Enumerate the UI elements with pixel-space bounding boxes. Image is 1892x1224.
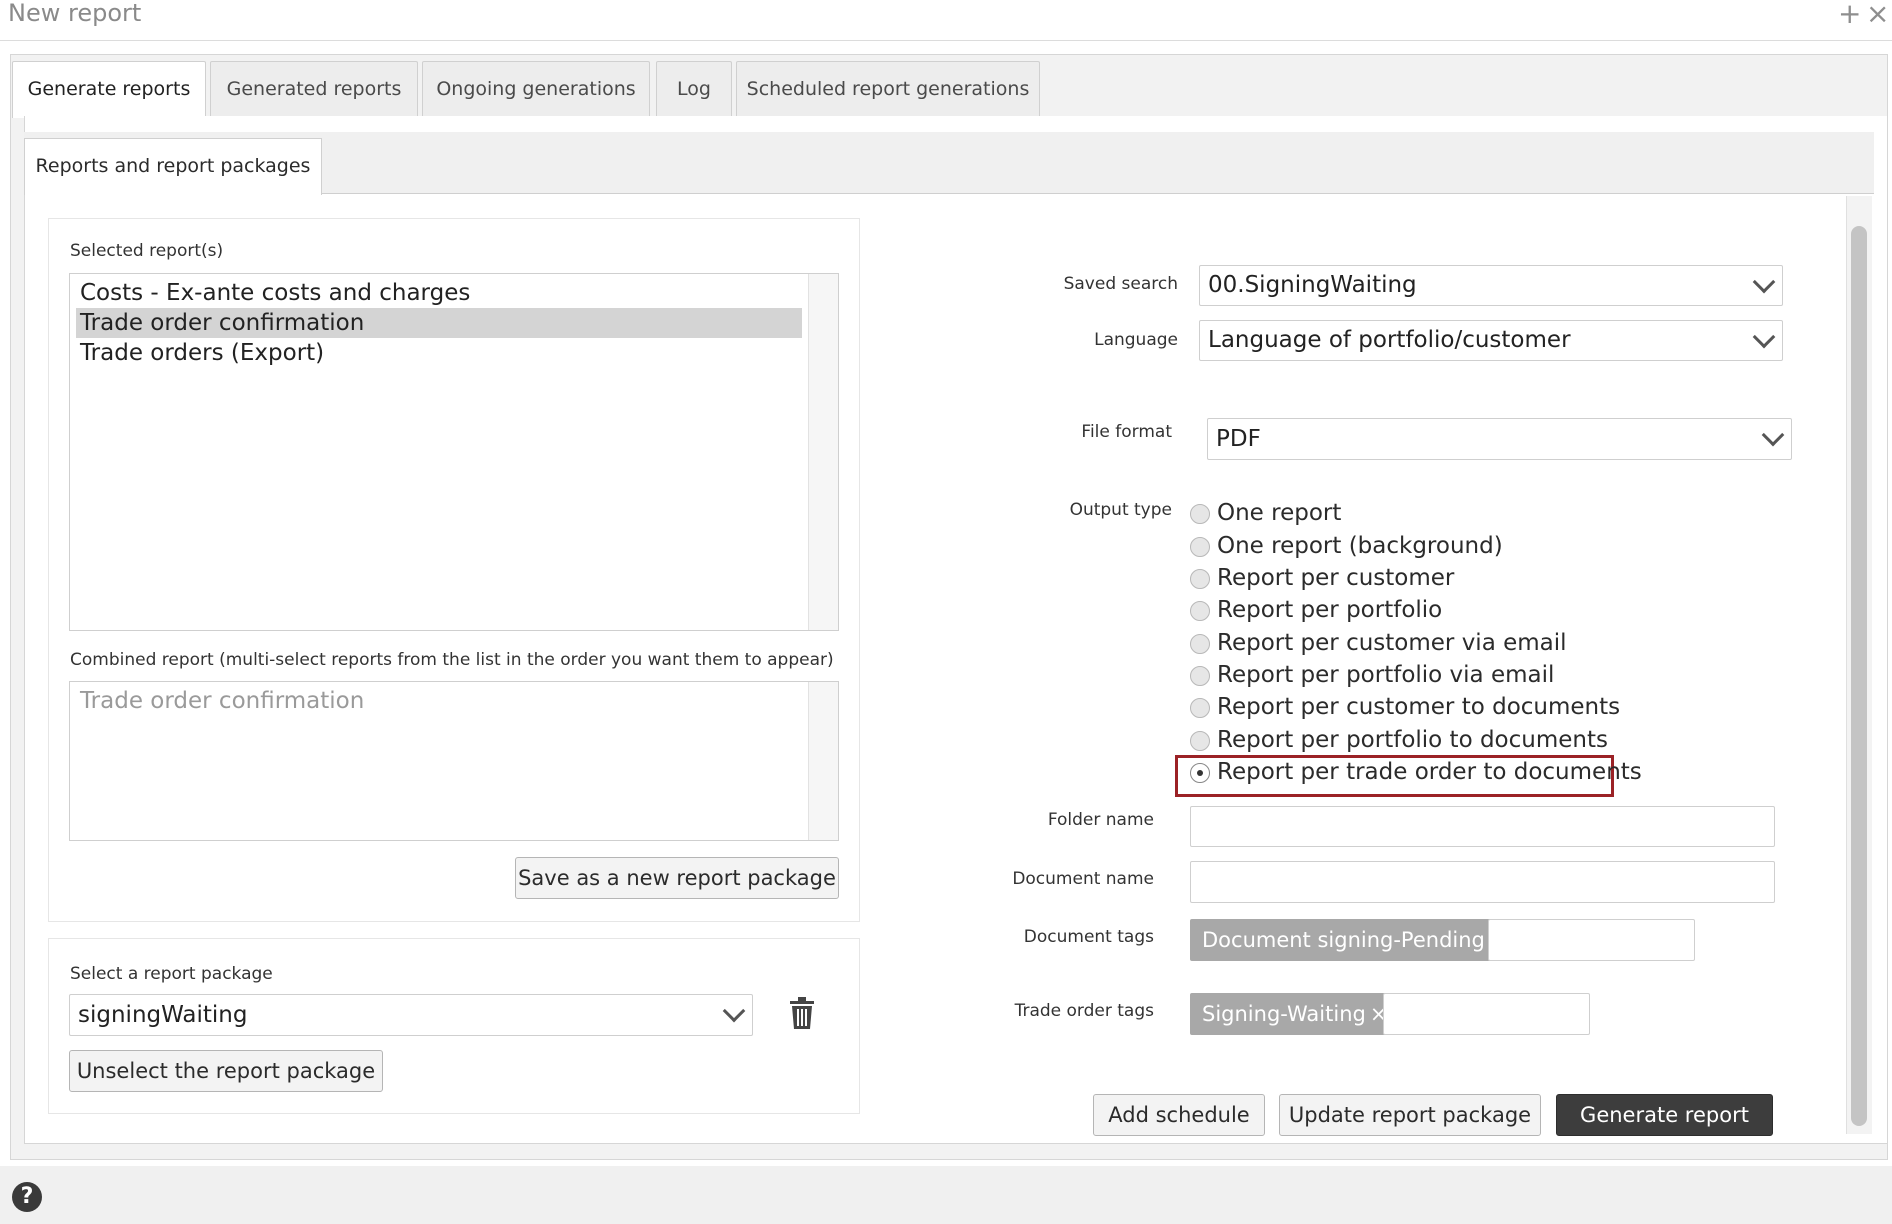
- list-item[interactable]: Trade order confirmation: [76, 308, 802, 338]
- output-type-per-customer-email[interactable]: Report per customer via email: [1190, 627, 1630, 659]
- language-select[interactable]: Language of portfolio/customer: [1199, 320, 1783, 361]
- tag-label: Signing-Waiting: [1202, 1002, 1366, 1026]
- radio-button[interactable]: [1190, 537, 1210, 557]
- radio-label: Report per customer via email: [1217, 630, 1567, 656]
- document-tag-chip: Document signing-Pending×: [1190, 919, 1519, 961]
- selected-reports-scrollbar[interactable]: [808, 274, 838, 630]
- output-type-per-trade-order-documents[interactable]: Report per trade order to documents: [1190, 756, 1642, 788]
- file-format-label: File format: [1081, 422, 1172, 442]
- radio-button[interactable]: [1190, 666, 1210, 686]
- saved-search-label: Saved search: [1063, 274, 1178, 294]
- radio-label: Report per customer: [1217, 565, 1455, 591]
- folder-name-label: Folder name: [1047, 810, 1154, 830]
- radio-label: Report per portfolio via email: [1217, 662, 1555, 688]
- language-value: Language of portfolio/customer: [1208, 327, 1571, 353]
- file-format-value: PDF: [1216, 426, 1261, 452]
- radio-button[interactable]: [1190, 504, 1210, 524]
- output-type-per-portfolio[interactable]: Report per portfolio: [1190, 594, 1630, 626]
- tag-label: Document signing-Pending: [1202, 928, 1485, 952]
- radio-button[interactable]: [1190, 763, 1210, 783]
- add-schedule-button[interactable]: Add schedule: [1093, 1094, 1265, 1136]
- report-package-select[interactable]: signingWaiting: [69, 994, 753, 1036]
- combined-report-label: Combined report (multi-select reports fr…: [70, 650, 834, 670]
- document-tags-label: Document tags: [1023, 927, 1154, 947]
- document-tags-input[interactable]: [1488, 919, 1695, 961]
- trade-order-tags-input[interactable]: [1383, 993, 1590, 1035]
- list-item[interactable]: Trade orders (Export): [76, 338, 802, 368]
- close-window-icon[interactable]: ×: [1866, 0, 1889, 28]
- chevron-down-icon: [1752, 270, 1776, 293]
- radio-label: Report per customer to documents: [1217, 694, 1621, 720]
- document-name-input[interactable]: [1190, 861, 1775, 903]
- selected-reports-list[interactable]: Costs - Ex-ante costs and charges Trade …: [69, 273, 839, 631]
- radio-label: One report: [1217, 500, 1342, 526]
- document-name-label: Document name: [1012, 869, 1154, 889]
- update-package-button[interactable]: Update report package: [1279, 1094, 1541, 1136]
- radio-button[interactable]: [1190, 731, 1210, 751]
- select-package-label: Select a report package: [70, 964, 273, 984]
- add-window-icon[interactable]: +: [1838, 0, 1861, 28]
- language-label: Language: [1094, 330, 1178, 350]
- output-type-per-customer[interactable]: Report per customer: [1190, 562, 1630, 594]
- scrollbar-thumb[interactable]: [1851, 226, 1867, 1126]
- tab-reports-and-packages[interactable]: Reports and report packages: [24, 138, 322, 195]
- output-type-per-portfolio-email[interactable]: Report per portfolio via email: [1190, 659, 1630, 691]
- saved-search-select[interactable]: 00.SigningWaiting: [1199, 265, 1783, 306]
- radio-button[interactable]: [1190, 698, 1210, 718]
- save-new-package-button[interactable]: Save as a new report package: [515, 857, 839, 899]
- chevron-down-icon: [1761, 423, 1785, 447]
- list-item[interactable]: Trade order confirmation: [76, 686, 802, 716]
- help-icon[interactable]: ?: [12, 1182, 42, 1212]
- right-panel-scrollbar[interactable]: [1846, 196, 1872, 1134]
- chevron-down-icon: [1752, 325, 1776, 348]
- output-type-per-portfolio-documents[interactable]: Report per portfolio to documents: [1190, 724, 1630, 756]
- file-format-select[interactable]: PDF: [1207, 418, 1792, 460]
- radio-label: One report (background): [1217, 533, 1503, 559]
- tab-ongoing-generations[interactable]: Ongoing generations: [422, 61, 650, 117]
- radio-label: Report per portfolio to documents: [1217, 727, 1608, 753]
- radio-label: Report per portfolio: [1217, 597, 1443, 623]
- window-title: New report: [8, 0, 142, 27]
- footer-bar: [0, 1166, 1892, 1224]
- combined-report-scrollbar[interactable]: [808, 682, 838, 840]
- trash-icon[interactable]: [788, 996, 816, 1030]
- radio-button[interactable]: [1190, 634, 1210, 654]
- tab-generate-reports[interactable]: Generate reports: [12, 61, 206, 118]
- selected-reports-label: Selected report(s): [70, 241, 224, 261]
- tab-log[interactable]: Log: [656, 61, 732, 117]
- radio-button[interactable]: [1190, 569, 1210, 589]
- unselect-package-button[interactable]: Unselect the report package: [69, 1050, 383, 1092]
- list-item[interactable]: Costs - Ex-ante costs and charges: [76, 278, 802, 308]
- output-type-label: Output type: [1069, 500, 1172, 520]
- trade-order-tag-chip: Signing-Waiting ×: [1190, 993, 1400, 1035]
- title-divider: [0, 40, 1892, 41]
- chevron-down-icon: [722, 999, 746, 1023]
- output-type-one-report-background[interactable]: One report (background): [1190, 530, 1630, 562]
- tab-generated-reports[interactable]: Generated reports: [210, 61, 418, 117]
- output-type-per-customer-documents[interactable]: Report per customer to documents: [1190, 691, 1630, 723]
- radio-label: Report per trade order to documents: [1217, 759, 1642, 785]
- tab-scheduled-report-generations[interactable]: Scheduled report generations: [736, 61, 1040, 117]
- trade-order-tags-label: Trade order tags: [1014, 1001, 1154, 1021]
- folder-name-input[interactable]: [1190, 806, 1775, 847]
- report-package-value: signingWaiting: [78, 1002, 248, 1028]
- output-type-one-report[interactable]: One report: [1190, 497, 1630, 529]
- combined-report-list[interactable]: Trade order confirmation: [69, 681, 839, 841]
- radio-button[interactable]: [1190, 601, 1210, 621]
- saved-search-value: 00.SigningWaiting: [1208, 272, 1417, 298]
- generate-report-button[interactable]: Generate report: [1556, 1094, 1773, 1136]
